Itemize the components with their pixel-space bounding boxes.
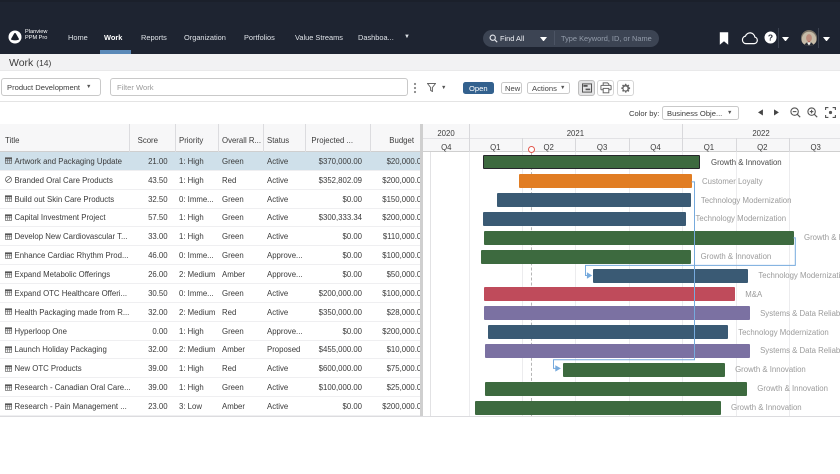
svg-text:?: ? bbox=[768, 32, 773, 42]
